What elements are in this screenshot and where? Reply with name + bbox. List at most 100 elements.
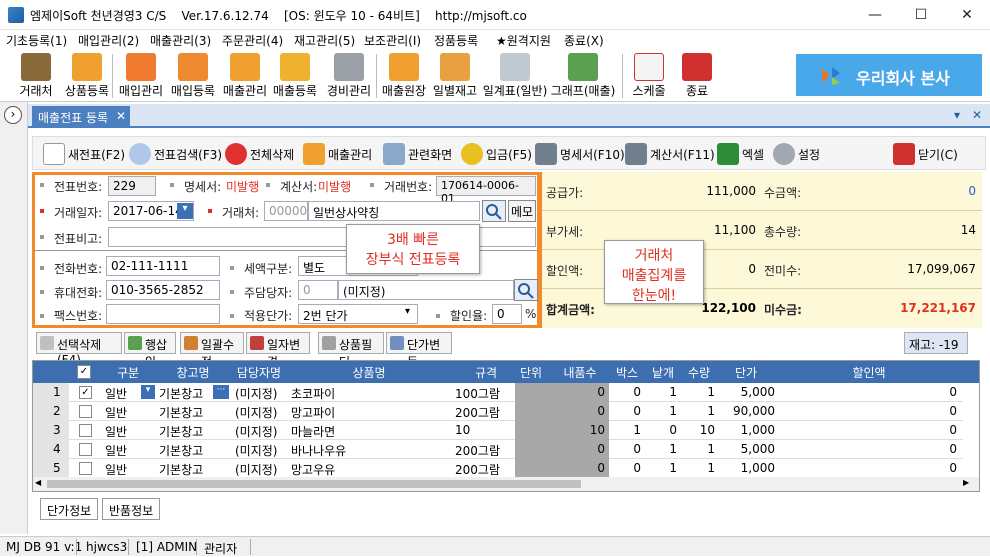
cell-type[interactable]: 일반 xyxy=(105,442,127,459)
cell-each[interactable]: 1 xyxy=(645,385,677,399)
cell-price[interactable]: 5,000 xyxy=(719,442,775,456)
phone-field[interactable]: 02-111-1111 xyxy=(106,256,220,276)
statement-button[interactable]: 명세서(F10) xyxy=(535,141,625,167)
product-filter-button[interactable]: 상품필터 xyxy=(318,332,384,369)
cell-spec[interactable]: 200그람 xyxy=(455,404,500,421)
cell-price[interactable]: 5,000 xyxy=(719,385,775,399)
price-select[interactable]: 2번 단가 ▾ xyxy=(298,304,418,324)
delete-selected-button[interactable]: 선택삭제(F4) xyxy=(36,332,122,367)
col-discount[interactable]: 할인액 xyxy=(775,364,963,381)
close-form-button[interactable]: 닫기(C) xyxy=(893,141,958,167)
tab-price-info[interactable]: 단가정보 xyxy=(40,498,99,520)
cell-box[interactable]: 0 xyxy=(609,461,641,475)
related-screen-button[interactable]: 관련화면 xyxy=(383,141,452,167)
cell-spec[interactable]: 200그람 xyxy=(455,442,500,459)
menu-exit[interactable]: 종료(X) xyxy=(564,32,604,49)
cell-discount[interactable]: 0 xyxy=(775,461,957,475)
menu-orders[interactable]: 주문관리(4) xyxy=(222,32,283,49)
type-dropdown-icon[interactable]: ▾ xyxy=(141,385,155,399)
cell-spec[interactable]: 100그람 xyxy=(455,385,500,402)
discount-field[interactable]: 0 xyxy=(492,304,522,324)
cell-qty[interactable]: 1 xyxy=(681,461,715,475)
cell-qty[interactable]: 10 xyxy=(681,423,715,437)
sales-mgmt-button[interactable]: 매출관리 xyxy=(303,141,372,167)
manager-search-icon[interactable] xyxy=(514,279,538,301)
cell-inner[interactable]: 0 xyxy=(551,442,605,456)
col-price[interactable]: 단가 xyxy=(719,364,773,381)
cell-item[interactable]: 바나나우유 xyxy=(291,442,346,459)
scroll-left-icon[interactable]: ◀ xyxy=(35,478,41,487)
cell-warehouse[interactable]: 기본창고 xyxy=(159,461,203,478)
minimize-button[interactable]: — xyxy=(852,0,898,30)
cell-discount[interactable]: 0 xyxy=(775,423,957,437)
cell-inner[interactable]: 0 xyxy=(551,385,605,399)
partner-search-icon[interactable] xyxy=(482,200,506,222)
cell-manager[interactable]: (미지정) xyxy=(235,404,277,421)
tab-sales-slip[interactable]: 매출전표 등록 ✕ xyxy=(32,106,130,128)
cell-inner[interactable]: 0 xyxy=(551,404,605,418)
partner-name-field[interactable]: 일번상사약칭 xyxy=(308,201,480,221)
cell-warehouse[interactable]: 기본창고 xyxy=(159,442,203,459)
cell-box[interactable]: 0 xyxy=(609,404,641,418)
col-box[interactable]: 박스 xyxy=(609,364,645,381)
row-checkbox[interactable] xyxy=(79,424,92,437)
cell-spec[interactable]: 10 xyxy=(455,423,470,437)
cell-manager[interactable]: (미지정) xyxy=(235,442,277,459)
memo-button[interactable]: 메모 xyxy=(508,200,536,222)
cell-qty[interactable]: 1 xyxy=(681,442,715,456)
mobile-field[interactable]: 010-3565-2852 xyxy=(106,280,220,300)
cell-discount[interactable]: 0 xyxy=(775,404,957,418)
change-date-button[interactable]: 일자변경 xyxy=(246,332,310,369)
col-each[interactable]: 낱개 xyxy=(645,364,681,381)
toolbar-daily-report[interactable]: 일계표(일반) xyxy=(482,50,548,102)
cell-box[interactable]: 0 xyxy=(609,442,641,456)
close-button[interactable]: ✕ xyxy=(944,0,990,30)
menu-aux[interactable]: 보조관리(I) xyxy=(364,32,421,49)
toolbar-sales-ledger[interactable]: 매출원장 xyxy=(380,50,428,102)
tab-close-icon[interactable]: ✕ xyxy=(116,109,126,123)
cell-discount[interactable]: 0 xyxy=(775,442,957,456)
cell-inner[interactable]: 0 xyxy=(551,461,605,475)
menu-sales[interactable]: 매출관리(3) xyxy=(150,32,211,49)
table-row[interactable]: 3 일반 기본창고 (미지정) 마늘라면 10 10 1 0 10 1,000 0 xyxy=(33,421,963,440)
select-all-checkbox[interactable]: ✓ xyxy=(77,365,91,379)
table-row[interactable]: 5 일반 기본창고 (미지정) 망고우유 200그람 0 0 1 1 1,000 0 xyxy=(33,459,963,478)
cell-type[interactable]: 일반 xyxy=(105,385,127,402)
toolbar-schedule[interactable]: 스케줄 xyxy=(628,50,670,102)
cell-manager[interactable]: (미지정) xyxy=(235,385,277,402)
calendar-dropdown-icon[interactable]: ▾ xyxy=(177,203,193,219)
toolbar-purchase-mgmt[interactable]: 매입관리 xyxy=(116,50,166,102)
more-icon[interactable]: ··· xyxy=(213,385,229,399)
cell-each[interactable]: 0 xyxy=(645,423,677,437)
deposit-button[interactable]: 입금(F5) xyxy=(461,141,532,167)
expand-arrow-icon[interactable]: › xyxy=(4,106,22,124)
table-row[interactable]: 2 일반 기본창고 (미지정) 망고파이 200그람 0 0 1 1 90,000 0 xyxy=(33,402,963,421)
cell-item[interactable]: 마늘라면 xyxy=(291,423,335,440)
cell-type[interactable]: 일반 xyxy=(105,461,127,478)
row-checkbox[interactable] xyxy=(79,443,92,456)
table-row[interactable]: 4 일반 기본창고 (미지정) 바나나우유 200그람 0 0 1 1 5,000 0 xyxy=(33,440,963,459)
cell-spec[interactable]: 200그람 xyxy=(455,461,500,478)
row-checkbox[interactable]: ✓ xyxy=(79,386,92,399)
col-spec[interactable]: 규격 xyxy=(453,364,519,381)
trade-date-field[interactable]: 2017-06-14 ▾ xyxy=(108,201,194,221)
scroll-right-icon[interactable]: ▶ xyxy=(963,478,969,487)
delete-all-button[interactable]: 전체삭제 xyxy=(225,141,294,167)
fax-field[interactable] xyxy=(106,304,220,324)
menu-remote[interactable]: ★원격지원 xyxy=(496,32,551,49)
col-item[interactable]: 상품명 xyxy=(289,364,449,381)
cell-price[interactable]: 1,000 xyxy=(719,461,775,475)
cell-item[interactable]: 망고파이 xyxy=(291,404,335,421)
bulk-edit-button[interactable]: 일괄수정 xyxy=(180,332,244,369)
cell-manager[interactable]: (미지정) xyxy=(235,423,277,440)
menu-purchase[interactable]: 매입관리(2) xyxy=(78,32,139,49)
col-manager[interactable]: 담당자명 xyxy=(231,364,287,381)
cell-box[interactable]: 0 xyxy=(609,385,641,399)
cell-each[interactable]: 1 xyxy=(645,442,677,456)
tab-panel-close-icon[interactable]: ✕ xyxy=(972,108,982,122)
cell-each[interactable]: 1 xyxy=(645,404,677,418)
excel-button[interactable]: 엑셀 xyxy=(717,141,764,167)
cell-type[interactable]: 일반 xyxy=(105,423,127,440)
cell-price[interactable]: 1,000 xyxy=(719,423,775,437)
horizontal-scrollbar[interactable]: ◀ ▶ xyxy=(33,477,979,491)
